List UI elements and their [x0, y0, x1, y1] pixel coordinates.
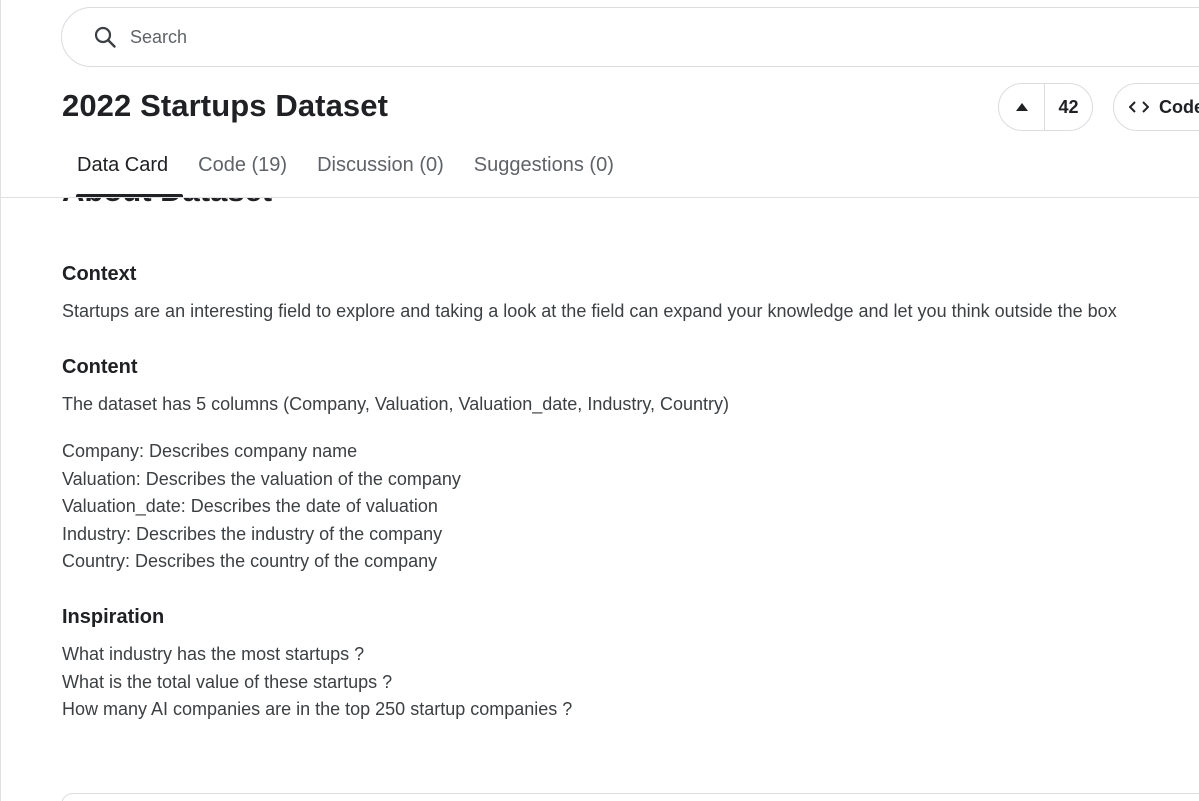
- content-heading: Content: [62, 356, 138, 378]
- search-input[interactable]: [130, 26, 730, 48]
- search-icon: [92, 24, 118, 50]
- list-item: Company: Describes company name: [62, 441, 358, 461]
- tab-suggestions[interactable]: Suggestions (0): [459, 150, 629, 197]
- page-title: 2022 Startups Dataset: [62, 88, 389, 123]
- code-button-label: Code: [1159, 96, 1199, 117]
- about-heading: About Dataset: [62, 198, 272, 209]
- code-button[interactable]: Code: [1113, 83, 1199, 131]
- list-item: Country: Describes the country of the co…: [62, 551, 438, 571]
- context-heading: Context: [62, 263, 137, 285]
- vote-count: 42: [1058, 96, 1079, 117]
- columns-list: Company: Describes company name Valuatio…: [62, 438, 461, 576]
- content-text: The dataset has 5 columns (Company, Valu…: [62, 394, 730, 414]
- context-text: Startups are an interesting field to exp…: [62, 301, 1117, 321]
- inspiration-heading: Inspiration: [62, 606, 165, 628]
- list-item: Valuation_date: Describes the date of va…: [62, 496, 438, 516]
- questions-list: What industry has the most startups ? Wh…: [62, 641, 572, 724]
- page: 2022 Startups Dataset 42 Code Data Card …: [0, 0, 1199, 801]
- upvote-widget: 42: [998, 83, 1093, 131]
- list-item: What is the total value of these startup…: [62, 671, 393, 692]
- tab-code[interactable]: Code (19): [183, 150, 302, 197]
- list-item: Industry: Describes the industry of the …: [62, 523, 443, 544]
- tab-bar: Data Card Code (19) Discussion (0) Sugge…: [62, 150, 629, 197]
- list-item: How many AI companies are in the top 250…: [62, 699, 573, 719]
- tab-data-card[interactable]: Data Card: [62, 150, 184, 197]
- list-item: What industry has the most startups ?: [62, 644, 365, 664]
- triangle-up-icon: [1015, 98, 1028, 116]
- data-card-content: About Dataset Context Startups are an in…: [1, 198, 1199, 801]
- upvote-button[interactable]: [999, 84, 1045, 130]
- tab-discussion[interactable]: Discussion (0): [302, 150, 459, 197]
- next-section-card: [61, 793, 1199, 801]
- search-bar[interactable]: [61, 7, 1199, 67]
- code-brackets-icon: [1129, 100, 1149, 114]
- list-item: Valuation: Describes the valuation of th…: [62, 468, 461, 489]
